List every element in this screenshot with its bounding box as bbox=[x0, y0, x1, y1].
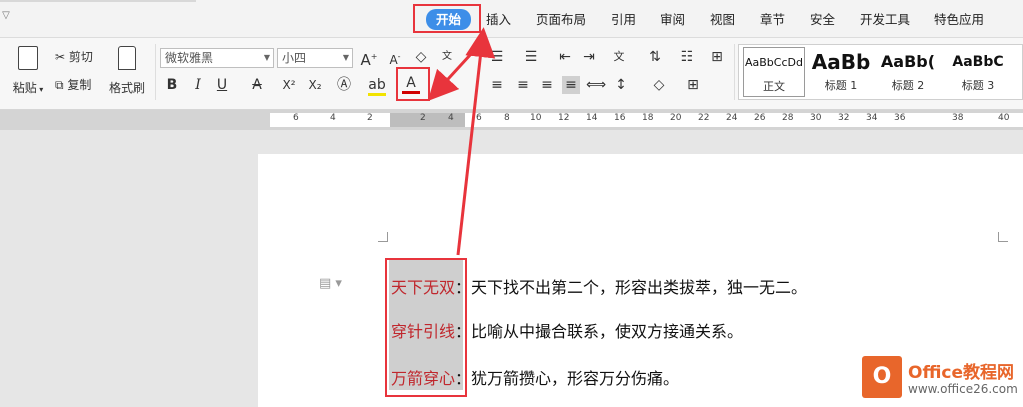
arrow-to-font-color bbox=[427, 40, 484, 102]
logo-url: www.office26.com bbox=[908, 382, 1018, 396]
watermark-logo: O Office教程网 www.office26.com bbox=[858, 352, 1023, 407]
arrow-to-home-tab bbox=[456, 27, 496, 256]
office-logo-icon: O bbox=[862, 356, 902, 398]
annotation-arrows bbox=[427, 27, 496, 256]
logo-title: Office教程网 bbox=[908, 363, 1015, 383]
